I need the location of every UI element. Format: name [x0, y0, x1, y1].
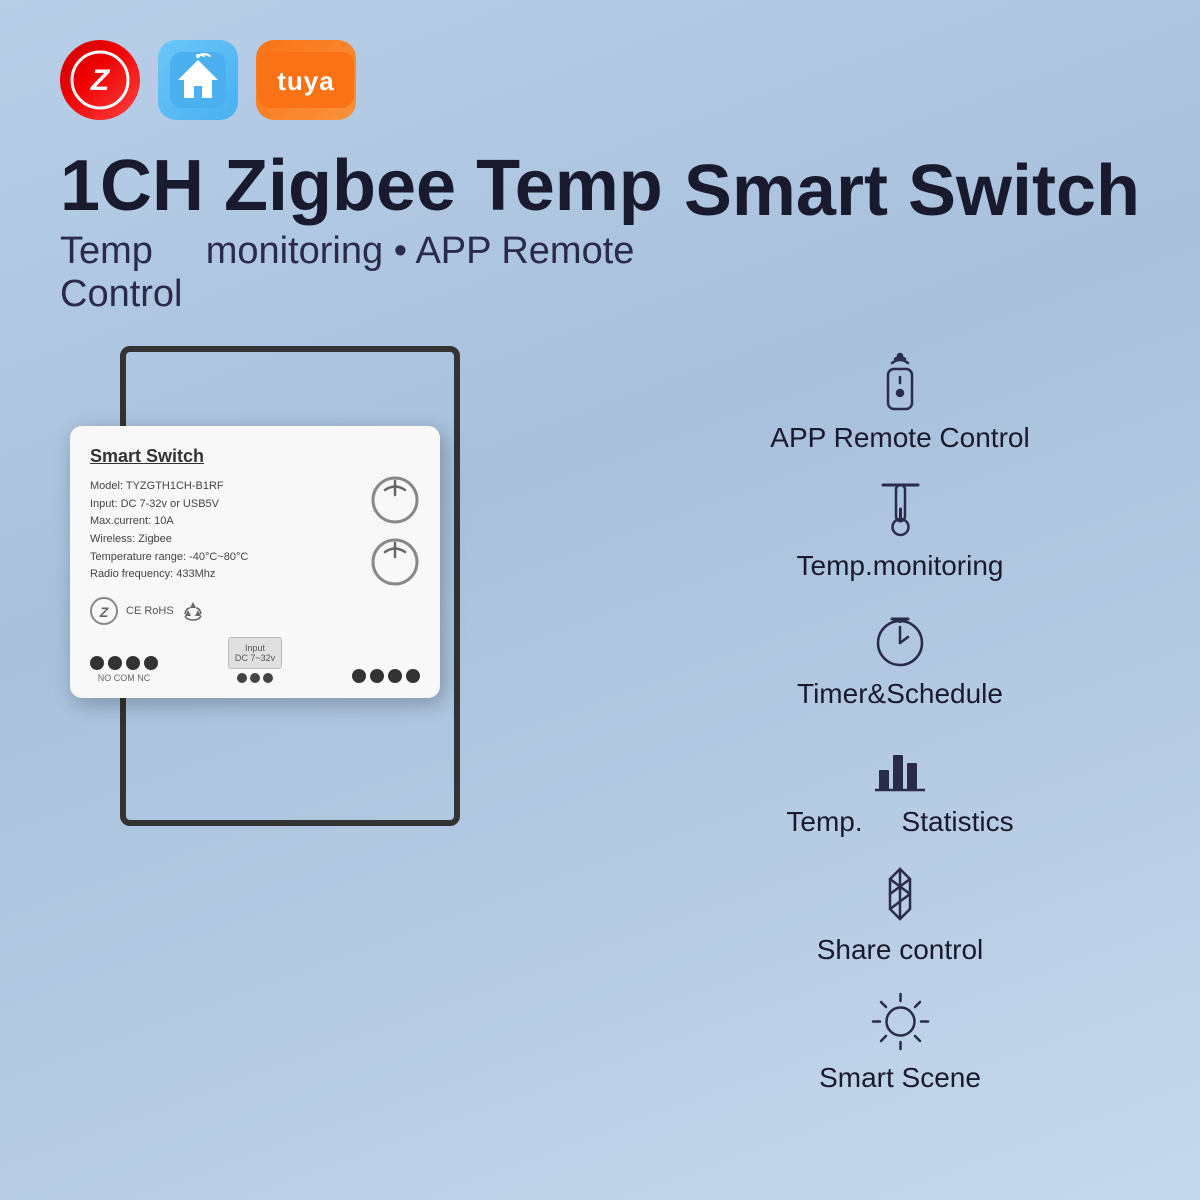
chart-icon — [865, 730, 935, 800]
svg-text:Z: Z — [99, 604, 109, 620]
feature-temp-monitoring: Temp.monitoring — [660, 474, 1140, 582]
spec-radio: Radio frequency: 433Mhz — [90, 566, 248, 584]
spec-input: Input: DC 7-32v or USB5V — [90, 496, 248, 514]
feature-app-remote-label: APP Remote Control — [770, 422, 1029, 454]
device-specs: Model: TYZGTH1CH-B1RF Input: DC 7-32v or… — [90, 478, 248, 584]
input-voltage: DC 7~32v — [235, 653, 275, 663]
page-wrapper: Z tuya 1CH Zigbee Temp — [0, 0, 1200, 1200]
small-dot-3 — [263, 673, 273, 683]
subtitle-text: Temp monitoring • APP Remote Control — [60, 230, 634, 315]
main-title: 1CH Zigbee Temp — [60, 150, 684, 222]
input-label: Input — [235, 643, 275, 653]
connector-dot-5 — [352, 669, 366, 683]
spec-temp-range: Temperature range: -40°C~80°C — [90, 549, 248, 567]
spec-wireless: Wireless: Zigbee — [90, 531, 248, 549]
connector-dots-row — [90, 656, 158, 670]
smart-switch-title: Smart Switch — [684, 150, 1140, 232]
feature-timer-label: Timer&Schedule — [797, 678, 1003, 710]
spec-model: Model: TYZGTH1CH-B1RF — [90, 478, 248, 496]
thermometer-icon — [865, 474, 935, 544]
connector-dot-8 — [406, 669, 420, 683]
device-bottom: NO COM NC Input DC 7~32v — [90, 637, 420, 683]
connector-small-group — [228, 673, 282, 683]
title-left: 1CH Zigbee Temp Temp monitoring • APP Re… — [60, 150, 684, 316]
feature-smart-scene-label: Smart Scene — [819, 1062, 981, 1094]
sun-icon — [865, 986, 935, 1056]
feature-timer: Timer&Schedule — [660, 602, 1140, 710]
feature-smart-scene: Smart Scene — [660, 986, 1140, 1094]
remote-icon — [865, 346, 935, 416]
connector-dot-6 — [370, 669, 384, 683]
tuya-logo: tuya — [256, 40, 356, 120]
connector-dots-row2 — [352, 669, 420, 683]
device-box: Smart Switch Model: TYZGTH1CH-B1RF Input… — [70, 426, 440, 698]
smarthome-logo — [158, 40, 238, 120]
connector-group-right: Input DC 7~32v — [228, 637, 282, 683]
feature-share: Share control — [660, 858, 1140, 966]
toggle-switch-2[interactable] — [370, 537, 420, 587]
content-area: Smart Switch Model: TYZGTH1CH-B1RF Input… — [60, 366, 1140, 1094]
connector-dot-7 — [388, 669, 402, 683]
features-section: APP Remote Control Temp.mo — [660, 346, 1140, 1094]
connector-input-block: Input DC 7~32v — [228, 637, 282, 669]
connector-labels: NO COM NC — [90, 673, 158, 683]
device-ce-label: CE RoHS — [126, 605, 174, 617]
zigbee-logo: Z — [60, 40, 140, 120]
feature-temp-stats: Temp. Statistics — [660, 730, 1140, 838]
feature-temp-stats-label: Temp. Statistics — [786, 806, 1013, 838]
device-logos-row: Z CE RoHS — [90, 597, 420, 625]
timer-icon — [865, 602, 935, 672]
device-zigbee-icon: Z — [90, 597, 118, 625]
device-label: Smart Switch — [90, 446, 420, 467]
spec-current: Max.current: 10A — [90, 513, 248, 531]
title-section: 1CH Zigbee Temp Temp monitoring • APP Re… — [60, 150, 1140, 316]
svg-text:Z: Z — [90, 64, 111, 97]
small-dot-1 — [237, 673, 247, 683]
feature-share-label: Share control — [817, 934, 984, 966]
connector-group-left: NO COM NC — [90, 656, 158, 683]
svg-text:tuya: tuya — [277, 66, 334, 96]
toggle-switch-1[interactable] — [370, 475, 420, 525]
connector-dot-1 — [90, 656, 104, 670]
connector-dot-3 — [126, 656, 140, 670]
connector-dot-4 — [144, 656, 158, 670]
subtitle: Temp monitoring • APP Remote Control — [60, 230, 684, 316]
feature-app-remote: APP Remote Control — [660, 346, 1140, 454]
toggle-controls — [370, 475, 420, 587]
device-body: Model: TYZGTH1CH-B1RF Input: DC 7-32v or… — [90, 475, 420, 587]
header-logos: Z tuya — [60, 40, 1140, 120]
connector-dot-2 — [108, 656, 122, 670]
connector-group-right2 — [352, 669, 420, 683]
device-recycle-icon — [182, 600, 204, 622]
bluetooth-icon — [865, 858, 935, 928]
small-dot-2 — [250, 673, 260, 683]
feature-temp-monitoring-label: Temp.monitoring — [797, 550, 1004, 582]
device-section: Smart Switch Model: TYZGTH1CH-B1RF Input… — [60, 366, 560, 698]
